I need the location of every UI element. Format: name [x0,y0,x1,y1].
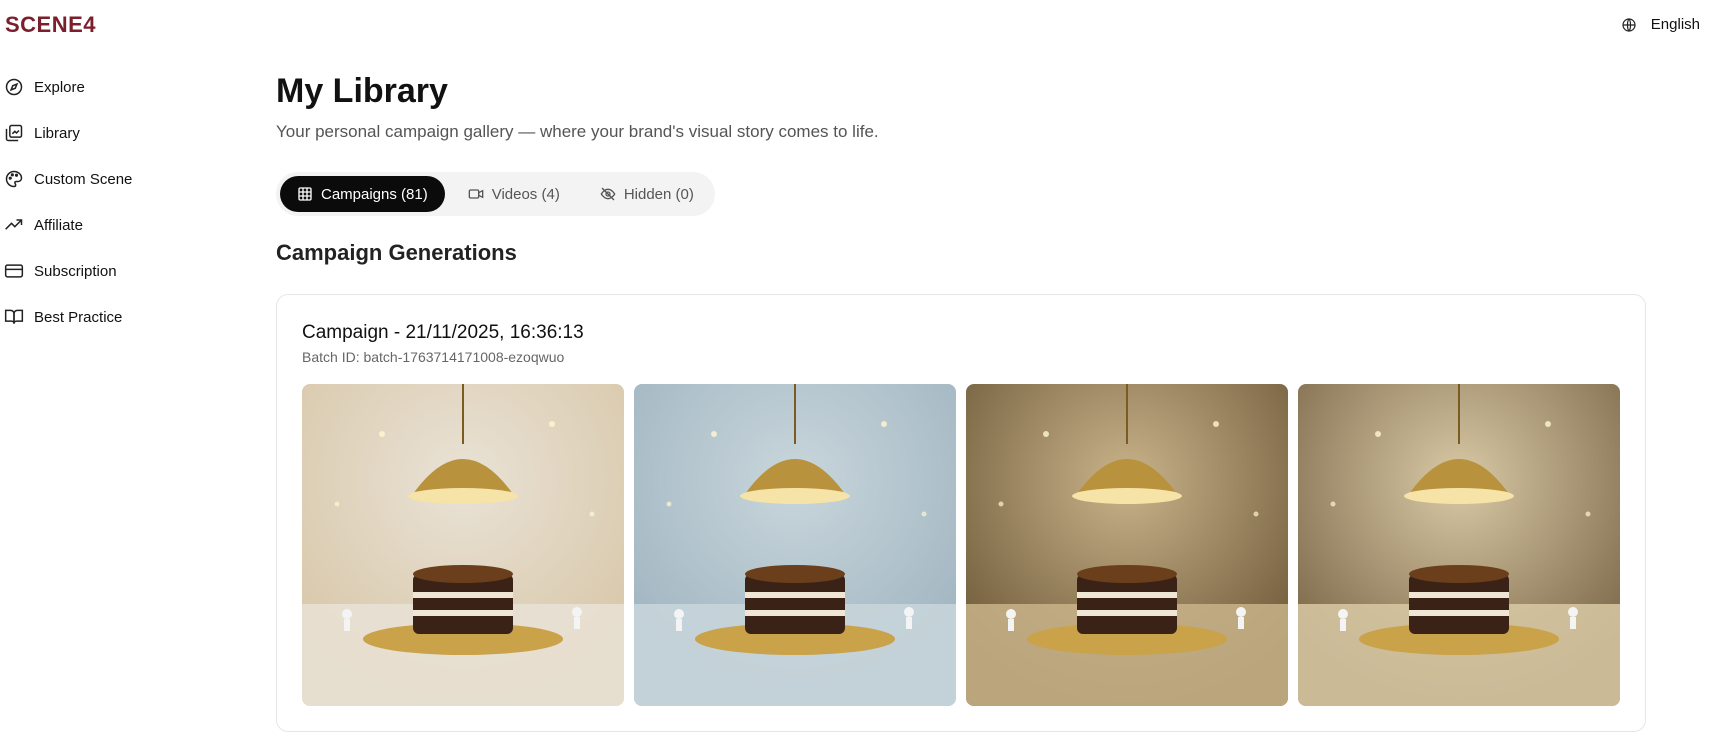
sidebar-item-library[interactable]: Library [0,110,200,156]
tab-videos[interactable]: Videos (4) [451,176,577,212]
tab-hidden[interactable]: Hidden (0) [583,176,711,212]
cake-scene-image [966,384,1288,706]
sidebar-item-explore[interactable]: Explore [0,64,200,110]
campaign-card: Campaign - 21/11/2025, 16:36:13 Batch ID… [276,294,1646,732]
campaign-batch-id: Batch ID: batch-1763714171008-ezoqwuo [302,349,565,365]
tab-label: Campaigns (81) [321,185,428,203]
grid-icon [298,187,312,201]
library-icon [5,124,23,142]
tab-campaigns[interactable]: Campaigns (81) [280,176,445,212]
palette-icon [5,170,23,188]
eye-off-icon [600,187,616,201]
sidebar-item-custom-scene[interactable]: Custom Scene [0,156,200,202]
sidebar: Explore Library Custom Scene Affiliate S… [0,64,200,340]
sidebar-item-label: Subscription [34,262,117,280]
sidebar-item-label: Explore [34,78,85,96]
sidebar-item-label: Custom Scene [34,170,133,188]
library-tabs: Campaigns (81) Videos (4) Hidden (0) [276,172,715,216]
cake-scene-image [302,384,624,706]
sidebar-item-best-practice[interactable]: Best Practice [0,294,200,340]
video-icon [468,189,484,199]
main-content: My Library Your personal campaign galler… [276,70,1646,732]
campaign-title: Campaign - 21/11/2025, 16:36:13 [302,322,584,343]
sidebar-item-label: Affiliate [34,216,83,234]
campaign-image-grid [302,384,1620,706]
tab-label: Hidden (0) [623,185,694,203]
campaign-image-1[interactable] [302,384,624,706]
tab-label: Videos (4) [491,185,560,203]
cake-scene-image [634,384,956,706]
trending-up-icon [5,219,23,230]
sidebar-item-label: Best Practice [34,308,123,326]
sidebar-item-subscription[interactable]: Subscription [0,248,200,294]
app-logo[interactable]: SCENE4 [5,12,96,38]
campaign-image-3[interactable] [966,384,1288,706]
campaign-image-2[interactable] [634,384,956,706]
campaign-image-4[interactable] [1298,384,1620,706]
page-subtitle: Your personal campaign gallery — where y… [276,122,879,141]
language-selector[interactable]: English [1621,16,1700,33]
globe-icon [1622,17,1636,32]
language-label: English [1650,16,1700,33]
sidebar-item-affiliate[interactable]: Affiliate [0,202,200,248]
cake-scene-image [1298,384,1620,706]
page-title: My Library [276,72,448,110]
book-open-icon [4,309,24,324]
compass-icon [5,78,23,96]
section-title: Campaign Generations [276,240,517,265]
credit-card-icon [4,264,24,278]
sidebar-item-label: Library [34,124,80,142]
